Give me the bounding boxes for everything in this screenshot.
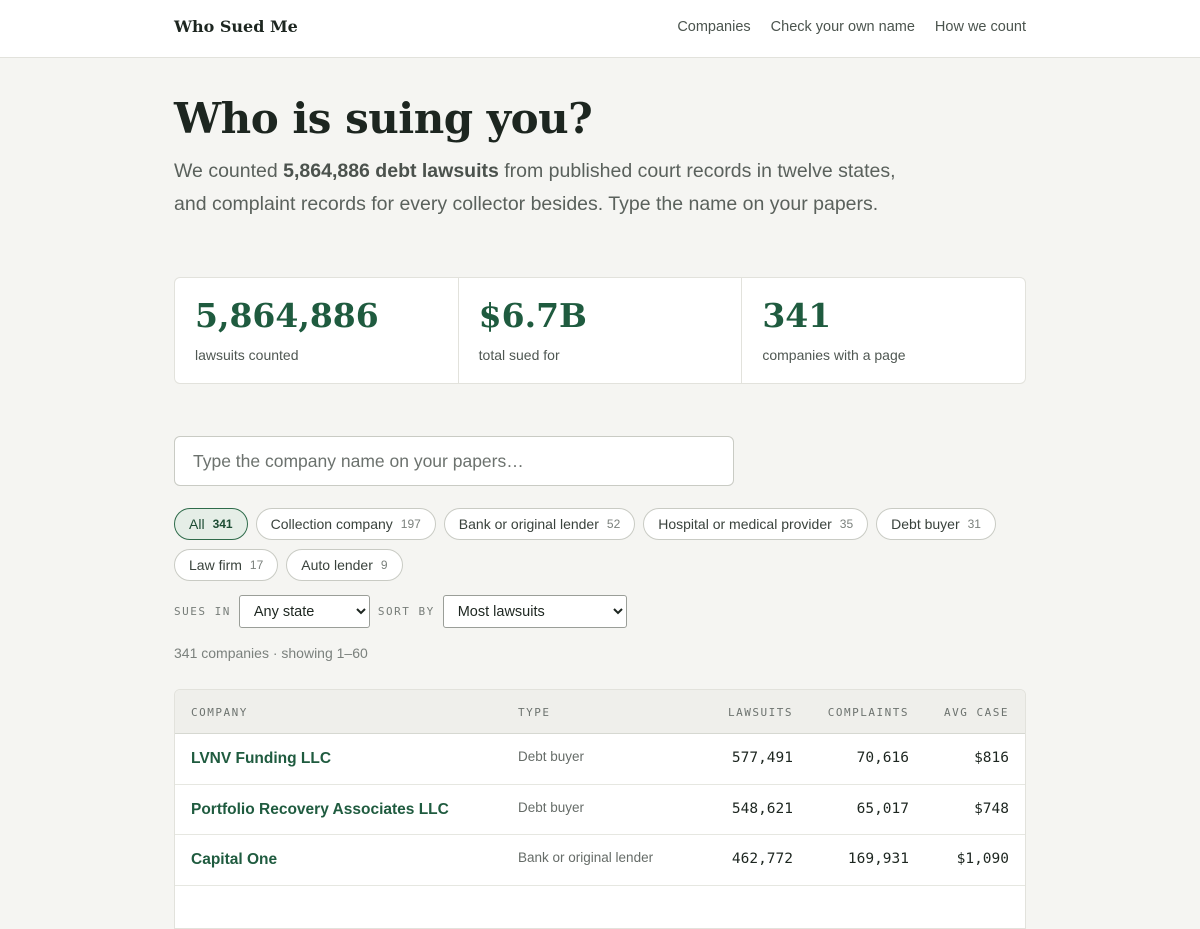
stat-value: $6.7B: [479, 296, 722, 336]
site-logo[interactable]: Who Sued Me: [174, 17, 298, 36]
state-select[interactable]: Any state: [239, 595, 370, 628]
chip-count: 341: [213, 517, 233, 531]
intro-paragraph: We counted 5,864,886 debt lawsuits from …: [174, 155, 904, 220]
chip-label: Debt buyer: [891, 516, 959, 532]
results-count: 341 companies · showing 1–60: [174, 645, 368, 661]
stat-label: total sued for: [479, 347, 722, 363]
lawsuits-count: 577,491: [732, 750, 793, 766]
intro-text-highlight: 5,864,886 debt lawsuits: [283, 160, 499, 182]
chip-label: Law firm: [189, 557, 242, 573]
chip-label: Auto lender: [301, 557, 373, 573]
stat-companies: 341 companies with a page: [742, 278, 1025, 383]
nav-link-how-we-count[interactable]: How we count: [935, 19, 1026, 35]
chip-auto-lender[interactable]: Auto lender 9: [286, 549, 402, 581]
stat-total-sued: $6.7B total sued for: [459, 278, 743, 383]
stat-value: 341: [762, 296, 1005, 336]
page-title: Who is suing you?: [174, 94, 592, 143]
chip-count: 9: [381, 558, 388, 572]
stats-panel: 5,864,886 lawsuits counted $6.7B total s…: [174, 277, 1026, 384]
table-row[interactable]: LVNV Funding LLC Debt buyer 577,491 70,6…: [175, 734, 1025, 785]
top-nav-bar: Who Sued Me Companies Check your own nam…: [0, 0, 1200, 58]
lawsuits-count: 462,772: [732, 851, 793, 867]
complaints-count: 70,616: [857, 750, 909, 766]
column-header-avg-case[interactable]: AVG CASE: [944, 706, 1009, 719]
lawsuits-count: 548,621: [732, 801, 793, 817]
chip-label: Hospital or medical provider: [658, 516, 832, 532]
sort-label: SORT BY: [378, 605, 435, 618]
company-search-input[interactable]: [174, 436, 734, 486]
chip-bank-lender[interactable]: Bank or original lender 52: [444, 508, 635, 540]
table-row[interactable]: [175, 886, 1025, 929]
chip-law-firm[interactable]: Law firm 17: [174, 549, 278, 581]
column-header-complaints[interactable]: COMPLAINTS: [828, 706, 909, 719]
chip-count: 52: [607, 517, 620, 531]
stat-lawsuits: 5,864,886 lawsuits counted: [175, 278, 459, 383]
complaints-count: 169,931: [848, 851, 909, 867]
company-name-link[interactable]: Portfolio Recovery Associates LLC: [191, 801, 449, 819]
intro-text-start: We counted: [174, 160, 283, 182]
avg-case-amount: $1,090: [957, 851, 1009, 867]
sort-select[interactable]: Most lawsuits: [443, 595, 627, 628]
column-header-lawsuits[interactable]: LAWSUITS: [728, 706, 793, 719]
chip-count: 31: [968, 517, 981, 531]
filter-controls: SUES IN Any state SORT BY Most lawsuits: [174, 595, 635, 628]
avg-case-amount: $748: [974, 801, 1009, 817]
chip-all[interactable]: All 341: [174, 508, 248, 540]
chip-collection-company[interactable]: Collection company 197: [256, 508, 436, 540]
companies-table: COMPANY TYPE LAWSUITS COMPLAINTS AVG CAS…: [174, 689, 1026, 929]
nav-link-check-name[interactable]: Check your own name: [771, 19, 915, 35]
stat-label: companies with a page: [762, 347, 1005, 363]
chip-hospital-medical[interactable]: Hospital or medical provider 35: [643, 508, 868, 540]
table-row[interactable]: Portfolio Recovery Associates LLC Debt b…: [175, 785, 1025, 836]
company-name-link[interactable]: LVNV Funding LLC: [191, 750, 331, 768]
company-type: Debt buyer: [518, 800, 584, 815]
avg-case-amount: $816: [974, 750, 1009, 766]
company-type: Bank or original lender: [518, 850, 653, 865]
nav-link-companies[interactable]: Companies: [677, 19, 750, 35]
chip-label: Collection company: [271, 516, 393, 532]
chip-label: All: [189, 516, 205, 532]
chip-label: Bank or original lender: [459, 516, 599, 532]
chip-count: 197: [401, 517, 421, 531]
column-header-type[interactable]: TYPE: [518, 706, 551, 719]
state-filter-label: SUES IN: [174, 605, 231, 618]
complaints-count: 65,017: [857, 801, 909, 817]
stat-value: 5,864,886: [195, 296, 438, 336]
table-row[interactable]: Capital One Bank or original lender 462,…: [175, 835, 1025, 886]
chip-count: 17: [250, 558, 263, 572]
chip-count: 35: [840, 517, 853, 531]
company-name-link[interactable]: Capital One: [191, 851, 277, 869]
chip-debt-buyer[interactable]: Debt buyer 31: [876, 508, 996, 540]
stat-label: lawsuits counted: [195, 347, 438, 363]
column-header-company[interactable]: COMPANY: [191, 706, 248, 719]
table-header: COMPANY TYPE LAWSUITS COMPLAINTS AVG CAS…: [175, 690, 1025, 734]
type-filter-chips: All 341 Collection company 197 Bank or o…: [174, 508, 1026, 581]
company-type: Debt buyer: [518, 749, 584, 764]
main-nav: Companies Check your own name How we cou…: [677, 19, 1026, 35]
